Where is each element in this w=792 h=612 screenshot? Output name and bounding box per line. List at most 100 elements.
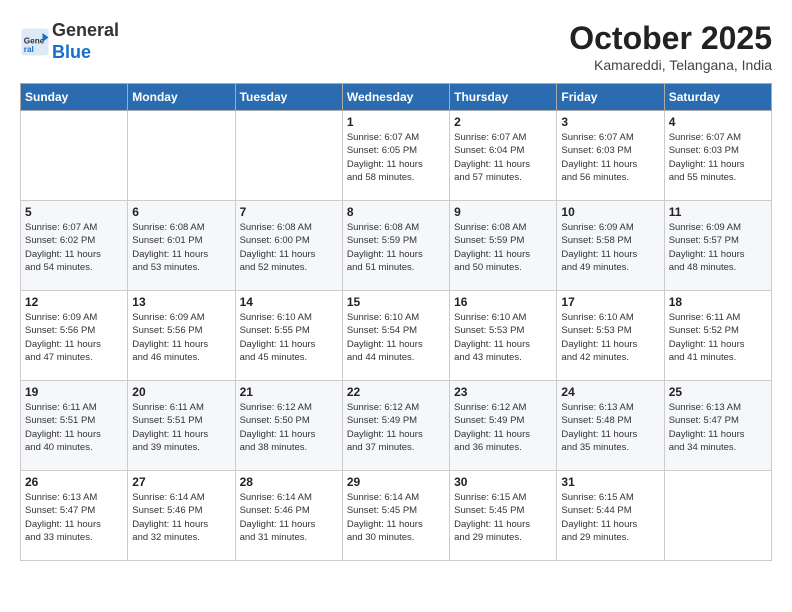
calendar-cell: 25Sunrise: 6:13 AM Sunset: 5:47 PM Dayli… [664, 381, 771, 471]
day-info: Sunrise: 6:14 AM Sunset: 5:46 PM Dayligh… [240, 491, 338, 544]
calendar-cell [664, 471, 771, 561]
calendar-cell: 11Sunrise: 6:09 AM Sunset: 5:57 PM Dayli… [664, 201, 771, 291]
day-info: Sunrise: 6:13 AM Sunset: 5:47 PM Dayligh… [25, 491, 123, 544]
day-info: Sunrise: 6:11 AM Sunset: 5:52 PM Dayligh… [669, 311, 767, 364]
day-number: 13 [132, 295, 230, 309]
day-info: Sunrise: 6:11 AM Sunset: 5:51 PM Dayligh… [132, 401, 230, 454]
calendar-cell: 30 Sunrise: 6:15 AM Sunset: 5:45 PM Dayli… [450, 471, 557, 561]
calendar-cell: 6Sunrise: 6:08 AM Sunset: 6:01 PM Daylig… [128, 201, 235, 291]
month-title: October 2025 [569, 20, 772, 57]
logo-icon: Gene ral [20, 27, 50, 57]
weekday-thursday: Thursday [450, 84, 557, 111]
calendar-cell: 5 Sunrise: 6:07 AM Sunset: 6:02 PM Daylig… [21, 201, 128, 291]
day-info: Sunrise: 6:09 AM Sunset: 5:57 PM Dayligh… [669, 221, 767, 274]
day-number: 7 [240, 205, 338, 219]
day-number: 23 [454, 385, 552, 399]
day-number: 22 [347, 385, 445, 399]
day-info: Sunrise: 6:10 AM Sunset: 5:53 PM Dayligh… [454, 311, 552, 364]
calendar-cell: 4 Sunrise: 6:07 AM Sunset: 6:03 PM Daylig… [664, 111, 771, 201]
calendar-cell [21, 111, 128, 201]
calendar-cell: 31 Sunrise: 6:15 AM Sunset: 5:44 PM Dayli… [557, 471, 664, 561]
calendar-week-0: 1 Sunrise: 6:07 AM Sunset: 6:05 PM Daylig… [21, 111, 772, 201]
calendar-cell: 8Sunrise: 6:08 AM Sunset: 5:59 PM Daylig… [342, 201, 449, 291]
calendar-cell [235, 111, 342, 201]
calendar-week-4: 26Sunrise: 6:13 AM Sunset: 5:47 PM Dayli… [21, 471, 772, 561]
day-number: 16 [454, 295, 552, 309]
day-info: Sunrise: 6:08 AM Sunset: 6:00 PM Dayligh… [240, 221, 338, 274]
day-info: Sunrise: 6:07 AM Sunset: 6:04 PM Dayligh… [454, 131, 552, 184]
day-info: Sunrise: 6:07 AM Sunset: 6:03 PM Dayligh… [669, 131, 767, 184]
day-info: Sunrise: 6:08 AM Sunset: 5:59 PM Dayligh… [454, 221, 552, 274]
day-info: Sunrise: 6:15 AM Sunset: 5:44 PM Dayligh… [561, 491, 659, 544]
calendar-header: SundayMondayTuesdayWednesdayThursdayFrid… [21, 84, 772, 111]
day-info: Sunrise: 6:14 AM Sunset: 5:46 PM Dayligh… [132, 491, 230, 544]
day-number: 1 [347, 115, 445, 129]
calendar-body: 1 Sunrise: 6:07 AM Sunset: 6:05 PM Daylig… [21, 111, 772, 561]
day-info: Sunrise: 6:09 AM Sunset: 5:56 PM Dayligh… [25, 311, 123, 364]
calendar-cell: 18 Sunrise: 6:11 AM Sunset: 5:52 PM Dayli… [664, 291, 771, 381]
day-number: 10 [561, 205, 659, 219]
day-number: 9 [454, 205, 552, 219]
day-number: 25 [669, 385, 767, 399]
location: Kamareddi, Telangana, India [569, 57, 772, 73]
weekday-friday: Friday [557, 84, 664, 111]
calendar-cell: 21 Sunrise: 6:12 AM Sunset: 5:50 PM Dayli… [235, 381, 342, 471]
calendar-cell: 29 Sunrise: 6:14 AM Sunset: 5:45 PM Dayli… [342, 471, 449, 561]
day-info: Sunrise: 6:14 AM Sunset: 5:45 PM Dayligh… [347, 491, 445, 544]
calendar-cell: 19Sunrise: 6:11 AM Sunset: 5:51 PM Dayli… [21, 381, 128, 471]
day-info: Sunrise: 6:11 AM Sunset: 5:51 PM Dayligh… [25, 401, 123, 454]
calendar-cell: 20Sunrise: 6:11 AM Sunset: 5:51 PM Dayli… [128, 381, 235, 471]
calendar-table: SundayMondayTuesdayWednesdayThursdayFrid… [20, 83, 772, 561]
logo: Gene ral General Blue [20, 20, 119, 63]
day-info: Sunrise: 6:10 AM Sunset: 5:55 PM Dayligh… [240, 311, 338, 364]
calendar-cell: 1 Sunrise: 6:07 AM Sunset: 6:05 PM Daylig… [342, 111, 449, 201]
day-number: 21 [240, 385, 338, 399]
logo-general: General [52, 20, 119, 40]
day-info: Sunrise: 6:07 AM Sunset: 6:03 PM Dayligh… [561, 131, 659, 184]
calendar-cell: 24Sunrise: 6:13 AM Sunset: 5:48 PM Dayli… [557, 381, 664, 471]
calendar-cell: 15Sunrise: 6:10 AM Sunset: 5:54 PM Dayli… [342, 291, 449, 381]
day-info: Sunrise: 6:15 AM Sunset: 5:45 PM Dayligh… [454, 491, 552, 544]
calendar-cell: 9 Sunrise: 6:08 AM Sunset: 5:59 PM Daylig… [450, 201, 557, 291]
day-number: 5 [25, 205, 123, 219]
weekday-sunday: Sunday [21, 84, 128, 111]
page-header: Gene ral General Blue October 2025 Kamar… [20, 20, 772, 73]
day-number: 3 [561, 115, 659, 129]
day-number: 12 [25, 295, 123, 309]
day-number: 2 [454, 115, 552, 129]
calendar-cell: 16 Sunrise: 6:10 AM Sunset: 5:53 PM Dayli… [450, 291, 557, 381]
calendar-cell: 27 Sunrise: 6:14 AM Sunset: 5:46 PM Dayli… [128, 471, 235, 561]
day-number: 31 [561, 475, 659, 489]
day-info: Sunrise: 6:12 AM Sunset: 5:49 PM Dayligh… [347, 401, 445, 454]
day-info: Sunrise: 6:09 AM Sunset: 5:58 PM Dayligh… [561, 221, 659, 274]
day-number: 18 [669, 295, 767, 309]
day-info: Sunrise: 6:12 AM Sunset: 5:49 PM Dayligh… [454, 401, 552, 454]
day-info: Sunrise: 6:07 AM Sunset: 6:02 PM Dayligh… [25, 221, 123, 274]
day-info: Sunrise: 6:07 AM Sunset: 6:05 PM Dayligh… [347, 131, 445, 184]
calendar-cell: 13 Sunrise: 6:09 AM Sunset: 5:56 PM Dayli… [128, 291, 235, 381]
logo-blue: Blue [52, 42, 91, 62]
calendar-cell: 22 Sunrise: 6:12 AM Sunset: 5:49 PM Dayli… [342, 381, 449, 471]
day-number: 30 [454, 475, 552, 489]
day-info: Sunrise: 6:13 AM Sunset: 5:48 PM Dayligh… [561, 401, 659, 454]
calendar-cell: 14Sunrise: 6:10 AM Sunset: 5:55 PM Dayli… [235, 291, 342, 381]
day-number: 6 [132, 205, 230, 219]
day-number: 4 [669, 115, 767, 129]
title-block: October 2025 Kamareddi, Telangana, India [569, 20, 772, 73]
day-number: 27 [132, 475, 230, 489]
day-number: 29 [347, 475, 445, 489]
calendar-cell: 7 Sunrise: 6:08 AM Sunset: 6:00 PM Daylig… [235, 201, 342, 291]
svg-text:ral: ral [24, 44, 34, 53]
day-info: Sunrise: 6:12 AM Sunset: 5:50 PM Dayligh… [240, 401, 338, 454]
calendar-week-2: 12 Sunrise: 6:09 AM Sunset: 5:56 PM Dayli… [21, 291, 772, 381]
calendar-cell [128, 111, 235, 201]
weekday-tuesday: Tuesday [235, 84, 342, 111]
day-number: 28 [240, 475, 338, 489]
weekday-saturday: Saturday [664, 84, 771, 111]
calendar-cell: 2 Sunrise: 6:07 AM Sunset: 6:04 PM Daylig… [450, 111, 557, 201]
calendar-cell: 10 Sunrise: 6:09 AM Sunset: 5:58 PM Dayli… [557, 201, 664, 291]
calendar-cell: 12 Sunrise: 6:09 AM Sunset: 5:56 PM Dayli… [21, 291, 128, 381]
calendar-cell: 23 Sunrise: 6:12 AM Sunset: 5:49 PM Dayli… [450, 381, 557, 471]
day-info: Sunrise: 6:09 AM Sunset: 5:56 PM Dayligh… [132, 311, 230, 364]
calendar-week-1: 5 Sunrise: 6:07 AM Sunset: 6:02 PM Daylig… [21, 201, 772, 291]
